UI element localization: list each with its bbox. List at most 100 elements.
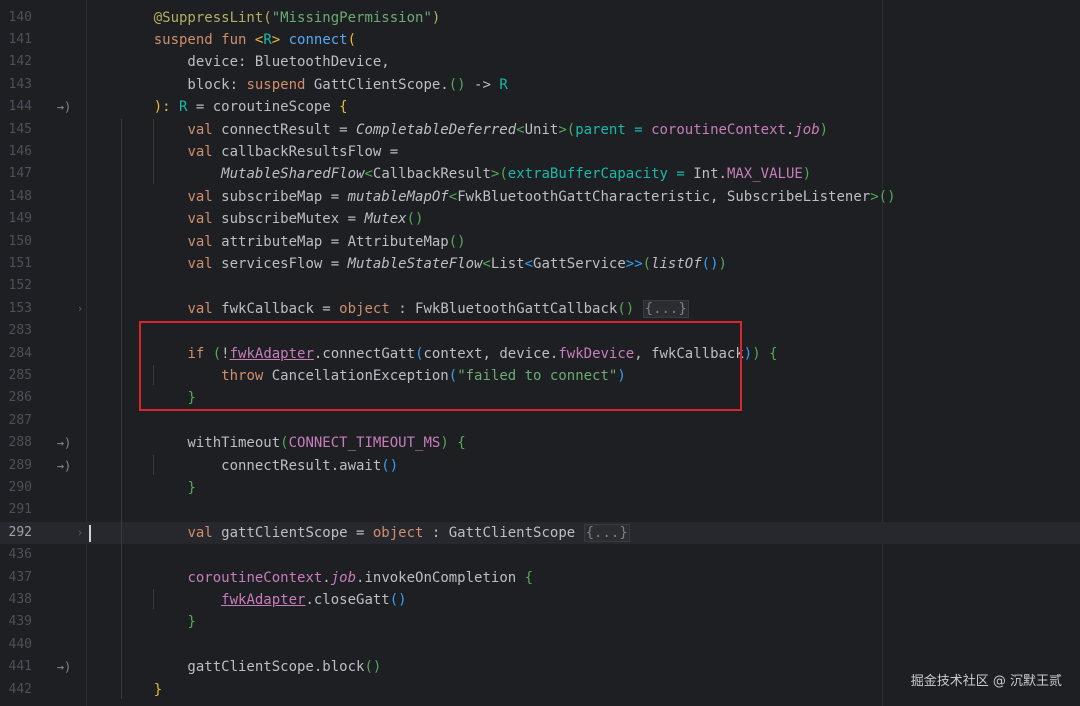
line-number[interactable]: 289 [0,455,32,477]
code-token: } [187,479,196,496]
watermark: 掘金技术社区 @ 沉默王贰 [910,674,1062,689]
line-number[interactable]: 442 [0,679,32,701]
code-line[interactable]: 146 val callbackResultsFlow = [0,141,1080,163]
code-token: object [339,300,399,317]
suspend-call-icon: →) [56,436,72,451]
code-line[interactable]: 290 } [0,477,1080,499]
code-line[interactable]: 140 @SuppressLint("MissingPermission") [0,7,1080,29]
code-token: val [187,300,222,317]
code-line[interactable]: 145 val connectResult = CompletableDefer… [0,119,1080,141]
line-number[interactable]: 437 [0,567,32,589]
code-line[interactable]: 437 coroutineContext.job.invokeOnComplet… [0,567,1080,589]
line-number[interactable]: 147 [0,163,32,185]
fold-chevron-icon[interactable]: › [74,298,86,320]
fold-chevron-icon[interactable]: › [74,522,86,544]
line-number[interactable]: 440 [0,634,32,656]
line-number[interactable]: 285 [0,365,32,387]
code-token: job [794,121,820,138]
line-number[interactable]: 150 [0,231,32,253]
line-number[interactable]: 145 [0,119,32,141]
code-token: { [769,345,778,362]
code-token: = coroutineScope [187,99,340,116]
code-token: coroutineContext [187,569,323,586]
code-line[interactable]: 143 block: suspend GattClientScope.() ->… [0,74,1080,96]
line-number[interactable]: 146 [0,141,32,163]
code-token: extraBufferCapacity = [507,166,694,183]
line-number[interactable]: 142 [0,51,32,73]
code-token: FwkBluetoothGattCharacteristic, Subscrib… [457,188,871,205]
code-line[interactable]: 153 › val fwkCallback = object : FwkBluet… [0,298,1080,320]
code-token: < [364,166,373,183]
code-token: ( [280,435,289,452]
code-line[interactable]: 438 fwkAdapter.closeGatt() [0,589,1080,611]
code-line[interactable]: 436 [0,544,1080,566]
line-number[interactable]: 290 [0,477,32,499]
code-line[interactable]: 147 MutableSharedFlow<CallbackResult>(ex… [0,163,1080,185]
line-number[interactable]: 140 [0,7,32,29]
line-number[interactable]: 152 [0,275,32,297]
line-number[interactable]: 144 [0,96,32,118]
folded-code-placeholder[interactable]: {...} [583,523,630,542]
code-line[interactable]: 148 val subscribeMap = mutableMapOf<FwkB… [0,186,1080,208]
line-number[interactable]: 441 [0,656,32,678]
line-number[interactable]: 436 [0,544,32,566]
line-number[interactable]: 438 [0,589,32,611]
line-number[interactable]: 151 [0,253,32,275]
code-token: Unit [524,121,559,138]
code-line[interactable]: 287 [0,410,1080,432]
code-token: block: [120,76,247,93]
code-line[interactable]: 440 [0,634,1080,656]
line-number[interactable]: 284 [0,343,32,365]
line-number[interactable]: 291 [0,499,32,521]
code-line[interactable]: 288 →) withTimeout(CONNECT_TIMEOUT_MS) { [0,432,1080,454]
indent-guide [153,454,154,475]
line-code: } [120,477,196,499]
line-number[interactable]: 286 [0,387,32,409]
code-token: () [878,188,896,205]
code-editor[interactable]: 140 @SuppressLint("MissingPermission") 14… [0,0,1080,706]
code-line[interactable]: 142 device: BluetoothDevice, [0,51,1080,73]
code-token: ) [743,345,753,362]
code-token: ): [153,99,180,116]
suspend-call-icon: →) [56,100,72,115]
code-token: MutableStateFlow [347,255,483,272]
line-number[interactable]: 141 [0,29,32,51]
code-line[interactable]: 291 [0,499,1080,521]
code-token: () [406,211,424,228]
line-number[interactable]: 148 [0,186,32,208]
line-number[interactable]: 283 [0,320,32,342]
code-line[interactable]: 289 →) connectResult.await() [0,455,1080,477]
code-token: () [381,457,399,474]
code-token: () [448,233,466,250]
code-line[interactable]: 150 val attributeMap = AttributeMap() [0,231,1080,253]
line-number[interactable]: 288 [0,432,32,454]
code-token: fwkAdapter [221,591,306,608]
line-number[interactable]: 287 [0,410,32,432]
code-token: GattClientScope. [313,76,449,93]
code-line[interactable]: 151 val servicesFlow = MutableStateFlow<… [0,253,1080,275]
code-token: ) [819,121,829,138]
line-number[interactable]: 439 [0,611,32,633]
code-token: CONNECT_TIMEOUT_MS [288,435,441,452]
code-line[interactable]: 152 [0,275,1080,297]
code-token: R [263,31,272,48]
suspend-call-icon: →) [56,458,72,473]
code-token: : GattClientScope [431,524,584,541]
code-line[interactable]: 439 } [0,611,1080,633]
code-line[interactable]: 144 →) ): R = coroutineScope { [0,96,1080,118]
line-number[interactable]: 292 [0,522,32,544]
code-line[interactable]: 149 val subscribeMutex = Mutex() [0,208,1080,230]
code-token: gattClientScope = [221,524,373,541]
line-number[interactable]: 149 [0,208,32,230]
line-number[interactable]: 153 [0,298,32,320]
highlight-annotation-box [139,321,742,411]
code-token: . [322,569,331,586]
folded-code-placeholder[interactable]: {...} [642,299,689,318]
code-token: > [271,31,289,48]
code-line[interactable]: 292 › val gattClientScope = object : Gatt… [0,521,1080,545]
code-line[interactable]: 141 suspend fun <R> connect( [0,29,1080,51]
line-number[interactable]: 143 [0,74,32,96]
